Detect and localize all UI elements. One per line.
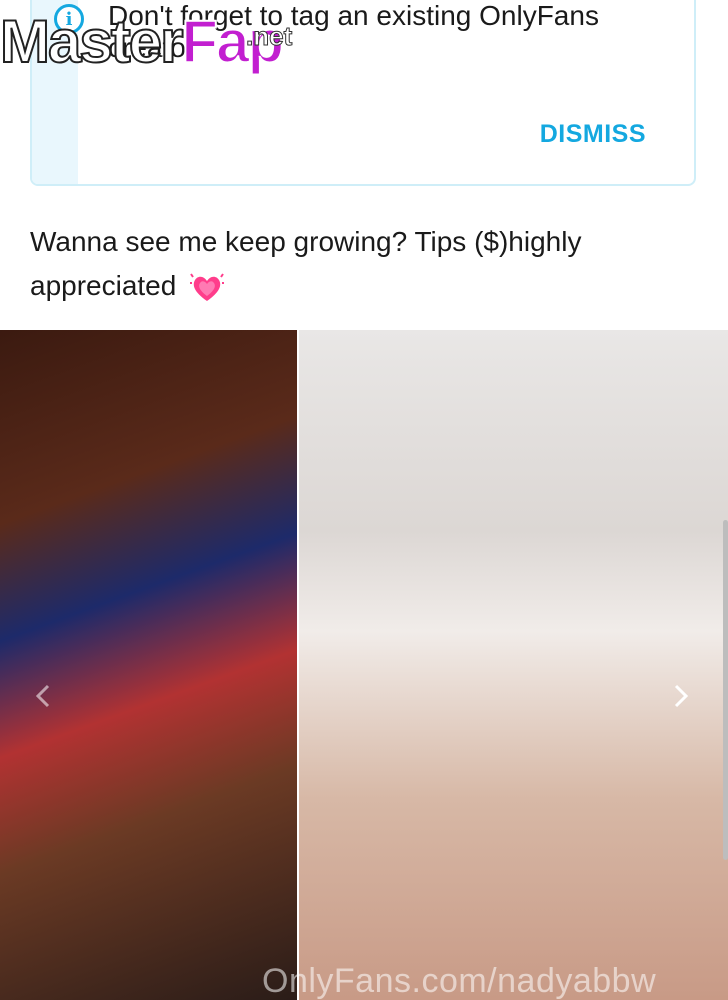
media-watermark: OnlyFans.com/nadyabbw bbox=[262, 962, 657, 1000]
dismiss-button[interactable]: DISMISS bbox=[540, 120, 646, 149]
post-caption: Wanna see me keep growing? Tips ($)highl… bbox=[30, 220, 680, 308]
post-photo-right bbox=[299, 330, 728, 1000]
chevron-right-icon[interactable] bbox=[666, 682, 694, 710]
scrollbar[interactable] bbox=[722, 0, 728, 1000]
post-media-carousel[interactable]: OnlyFans.com/nadyabbw bbox=[0, 330, 728, 1000]
chevron-left-icon[interactable] bbox=[30, 682, 58, 710]
scrollbar-thumb[interactable] bbox=[723, 520, 728, 860]
growing-heart-emoji bbox=[190, 273, 225, 301]
post-photo-left bbox=[0, 330, 297, 1000]
site-watermark-logo: MasterFap .net bbox=[0, 7, 293, 76]
post-caption-text: Wanna see me keep growing? Tips ($)highl… bbox=[30, 226, 582, 301]
